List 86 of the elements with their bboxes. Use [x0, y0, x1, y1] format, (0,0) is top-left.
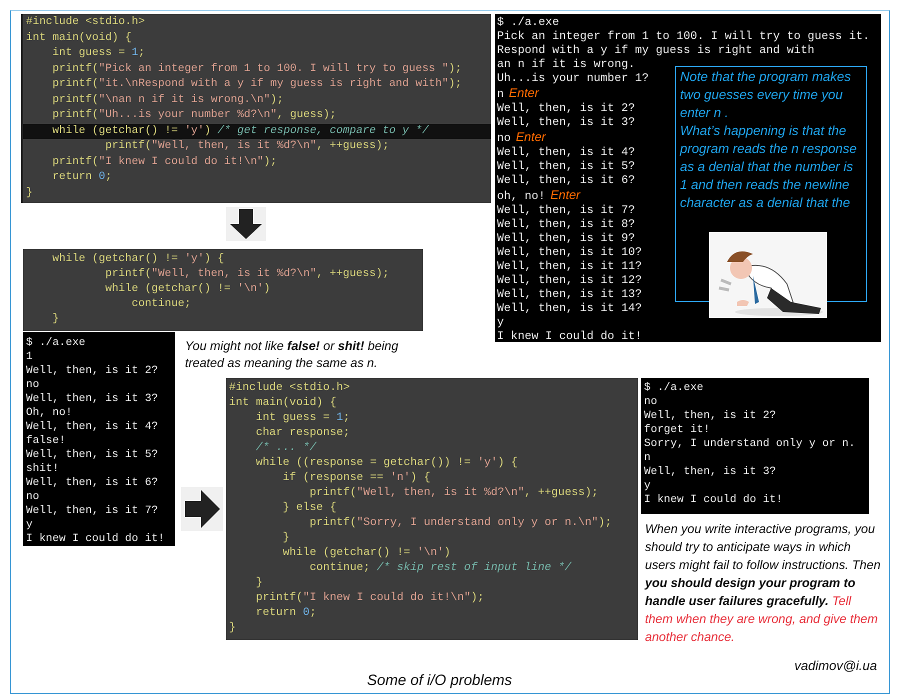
terminal-line: an n if it is wrong.	[497, 58, 636, 72]
code-line: if (response == 'n') {	[282, 471, 432, 486]
code-line: return 0;	[254, 606, 318, 621]
code-line: }	[254, 576, 264, 591]
code-line: continue; /* skip rest of input line */	[308, 561, 572, 576]
terminal-line: shit!	[26, 462, 60, 476]
terminal-line: Well, then, is it 9?	[497, 232, 636, 246]
terminal-line: Well, then, is it 14?	[497, 302, 642, 316]
terminal-line: Well, then, is it 11?	[497, 260, 642, 274]
terminal-line: I knew I could do it!	[26, 532, 165, 546]
author-email: vadimov@i.ua	[793, 658, 877, 673]
terminal-line: forget it!	[644, 423, 710, 437]
terminal-line: oh, no! Enter	[497, 188, 580, 204]
terminal-line: $ ./a.exe	[497, 16, 560, 30]
code-line: int guess = 1;	[254, 411, 351, 426]
code-line: /* ... */	[254, 441, 318, 456]
code-line: while (getchar() != 'y') {	[51, 252, 226, 267]
code-line: int guess = 1;	[51, 46, 146, 61]
terminal-line: Well, then, is it 3?	[26, 392, 158, 406]
terminal-line: Pick an integer from 1 to 100. I will try to guess it.	[497, 30, 870, 44]
terminal-line: no	[26, 378, 40, 392]
terminal-line: Well, then, is it 3?	[497, 116, 636, 130]
code-line: printf("Sorry, I understand only y or n.\n");	[308, 516, 613, 531]
terminal-line: Well, then, is it 5?	[497, 160, 636, 174]
code-line: }	[25, 186, 34, 200]
note-text: What’s happening is that the program reads the n response as a denial that the number is 1 and then reads the newline character as a denial that the	[680, 122, 858, 212]
terminal-line: y	[644, 479, 651, 493]
terminal-line: Well, then, is it 3?	[644, 465, 776, 479]
terminal-line: I knew I could do it!	[644, 493, 783, 507]
terminal-line: Well, then, is it 6?	[497, 174, 636, 188]
code-line: while (getchar() != '\n')	[104, 282, 272, 297]
terminal-line: Well, then, is it 10?	[497, 246, 642, 260]
terminal-line: Well, then, is it 2?	[644, 409, 776, 423]
terminal-line: Well, then, is it 13?	[497, 288, 642, 302]
terminal-line: 1	[26, 350, 33, 364]
terminal-line: Well, then, is it 8?	[497, 218, 636, 232]
terminal-line: Well, then, is it 6?	[26, 476, 158, 490]
terminal-line: Well, then, is it 4?	[26, 420, 158, 434]
code-line: }	[282, 531, 290, 546]
terminal-line: Oh, no!	[26, 406, 72, 420]
code-line: while ((response = getchar()) != 'y') {	[254, 456, 519, 471]
terminal-line: no Enter	[497, 130, 546, 146]
code-line: continue;	[130, 297, 192, 312]
terminal-line: $ ./a.exe	[26, 336, 86, 350]
code-line: #include <stdio.h>	[228, 381, 351, 396]
code-line: int main(void) {	[25, 30, 133, 46]
code-line: printf("\nan n if it is wrong.\n");	[51, 92, 284, 108]
code-line: return 0;	[51, 170, 113, 185]
terminal-line: Respond with a y if my guess is right and with	[497, 44, 814, 58]
code-line: printf("Well, then, is it %d?\n", ++guess);	[104, 139, 390, 154]
terminal-line: I knew I could do it!	[497, 330, 642, 344]
caption-text: You might not like false! or shit! being treated as meaning the same as n.	[185, 338, 400, 372]
code-line: printf("Well, then, is it %d?\n", ++guess);	[308, 486, 600, 501]
code-line: while (getchar() != '\n')	[282, 546, 452, 561]
terminal-line: y	[26, 518, 33, 532]
code-line: int main(void) {	[228, 396, 338, 411]
code-line: printf("I knew I could do it!\n");	[51, 154, 278, 170]
terminal-line: Well, then, is it 7?	[497, 204, 636, 218]
terminal-line: $ ./a.exe	[644, 381, 704, 395]
terminal-line: Sorry, I understand only y or n.	[644, 437, 856, 451]
code-line: #include <stdio.h>	[25, 15, 146, 30]
terminal-line: Well, then, is it 2?	[497, 102, 636, 116]
terminal-line: no	[26, 490, 40, 504]
code-line: } else {	[282, 501, 338, 516]
terminal-line: y	[497, 316, 504, 330]
note-text: Note that the program makes two guesses every time you enter n .	[680, 68, 852, 122]
terminal-line: Well, then, is it 7?	[26, 504, 158, 518]
terminal-line: no	[644, 395, 658, 409]
advice-text: When you write interactive programs, you should try to anticipate ways in which users might fail to follow instructions. Then you should design your program to handle user failures gracefully. Tell them when they are wrong, and give them another chance.	[645, 521, 881, 646]
terminal-line: Well, then, is it 2?	[26, 364, 158, 378]
terminal-line: n Enter	[497, 86, 539, 102]
terminal-line: Well, then, is it 4?	[497, 146, 636, 160]
terminal-line: Well, then, is it 5?	[26, 448, 158, 462]
slide-title: Some of i/O problems	[367, 672, 514, 689]
terminal-line: false!	[26, 434, 66, 448]
code-line: printf("Pick an integer from 1 to 100. I will try to guess ");	[51, 62, 463, 76]
code-line: }	[228, 621, 237, 636]
code-line: printf("Uh...is your number %d?\n", guess);	[51, 108, 338, 123]
terminal-line: n	[644, 451, 651, 465]
terminal-line: Uh...is your number 1?	[497, 72, 649, 86]
code-line: printf("Well, then, is it %d?\n", ++guess);	[104, 267, 390, 282]
code-line: }	[51, 312, 60, 327]
code-line: printf("it.\nRespond with a y if my guess is right and with");	[51, 77, 463, 92]
terminal-line: Well, then, is it 12?	[497, 274, 642, 288]
code-line: char response;	[254, 426, 351, 441]
code-line: printf("I knew I could do it!\n");	[254, 591, 486, 606]
